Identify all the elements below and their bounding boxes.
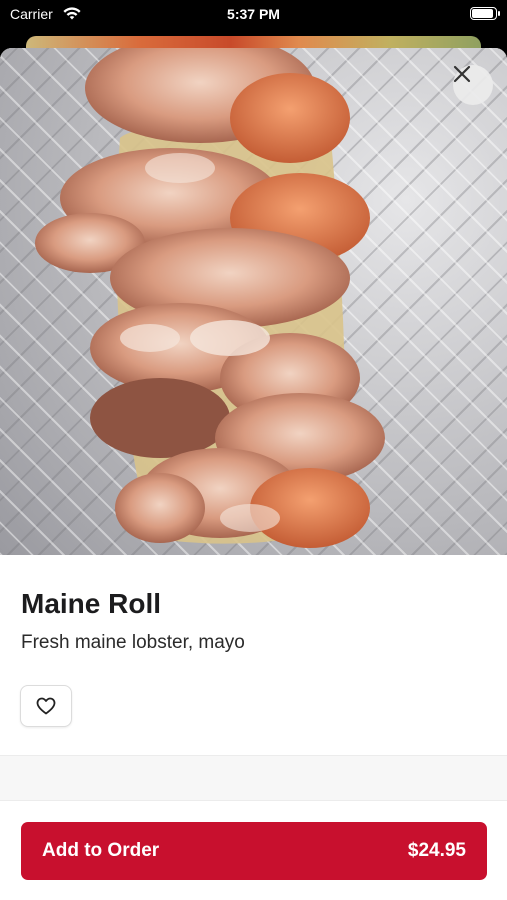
item-title: Maine Roll [21, 588, 162, 619]
lobster-roll-illustration [35, 48, 385, 548]
section-divider [0, 755, 507, 801]
order-footer: Add to Order $24.95 [0, 801, 507, 900]
add-to-order-label: Add to Order [42, 840, 160, 861]
item-description: Fresh maine lobster, mayo [21, 632, 245, 653]
close-icon [453, 65, 471, 83]
item-detail-sheet: Maine Roll Fresh maine lobster, mayo Add… [0, 48, 507, 900]
close-button[interactable] [453, 65, 493, 105]
item-price: $24.95 [407, 840, 466, 861]
heart-icon [36, 697, 56, 715]
add-to-order-button[interactable]: Add to Order $24.95 [21, 822, 487, 880]
favorite-button[interactable] [20, 685, 72, 727]
item-photo [0, 48, 507, 555]
battery-icon [470, 7, 500, 20]
status-bar: Carrier 5:37 PM [0, 0, 507, 30]
status-time: 5:37 PM [227, 6, 280, 22]
